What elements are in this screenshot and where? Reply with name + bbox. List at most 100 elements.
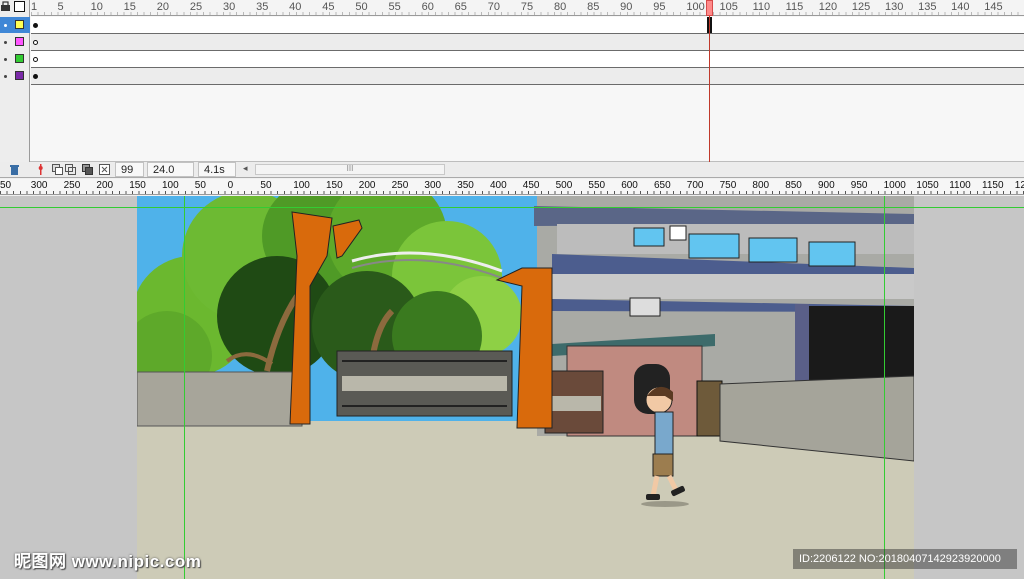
ruler-label: 700 <box>686 180 704 191</box>
elapsed-time-field: 4.1s <box>198 162 236 177</box>
ruler-label: 350 <box>457 180 474 191</box>
scrollbar-thumb[interactable]: III <box>256 165 444 174</box>
keyframe-marker[interactable] <box>33 74 38 79</box>
watermark-left: 昵图网 www.nipic.com <box>14 552 202 571</box>
frame-number-label: 100 <box>686 1 705 13</box>
scroll-left-arrow-icon[interactable]: ◂ <box>243 163 248 174</box>
frame-number-label: 95 <box>653 1 666 13</box>
frame-number-label: 115 <box>785 1 804 13</box>
ruler-label: 900 <box>818 180 835 191</box>
vertical-guide-left[interactable] <box>184 196 185 579</box>
layer-outline-color-swatch[interactable] <box>15 54 24 63</box>
edit-multiple-frames-icon[interactable] <box>82 164 93 175</box>
frame-ruler[interactable]: 1 5 10 15 20 25 30 35 40 45 50 55 60 65 70 75 80 85 90 95 10… <box>31 0 1024 16</box>
ruler-label: 1100 <box>949 180 971 191</box>
playhead-line <box>709 16 710 162</box>
onion-skin-outlines-icon[interactable] <box>65 164 76 175</box>
watermark-right: ID:2206122 NO:20180407142923920000 <box>793 549 1017 569</box>
frame-number-label: 5 <box>57 1 64 13</box>
frame-number-label: 35 <box>256 1 269 13</box>
ruler-label: 300 <box>30 180 48 191</box>
ruler-label: 100 <box>293 180 310 191</box>
frame-number-label: 30 <box>222 1 236 13</box>
frame-number-label: 65 <box>454 1 467 13</box>
frame-number-label: 1 <box>31 1 38 13</box>
keyframe-marker[interactable] <box>33 57 38 62</box>
frame-rate-field[interactable]: 24.0 fps <box>147 162 194 190</box>
frame-grid[interactable]: 1 5 10 15 20 25 30 35 40 45 50 55 60 65 70 75 80 85 90 95 10… <box>31 0 1024 162</box>
frame-number-label: 20 <box>156 1 170 13</box>
frame-number-label: 120 <box>818 1 838 13</box>
ruler-label: 300 <box>424 180 442 191</box>
timeline-panel: 1 5 10 15 20 25 30 35 40 45 50 55 60 65 70 75 80 85 90 95 10… <box>0 0 1024 162</box>
visibility-dot-icon[interactable] <box>4 75 7 78</box>
timeline-horizontal-scrollbar[interactable]: III <box>255 164 445 175</box>
frame-number-label: 15 <box>123 1 136 13</box>
frame-track[interactable] <box>31 17 1024 34</box>
frame-track[interactable] <box>31 68 1024 85</box>
layer-outline-color-swatch[interactable] <box>15 37 24 46</box>
frame-number-label: 70 <box>487 1 501 13</box>
delete-layer-icon[interactable] <box>9 164 20 175</box>
frame-track[interactable] <box>31 34 1024 51</box>
frame-number-label: 60 <box>421 1 434 13</box>
flash-editor-window: 1 5 10 15 20 25 30 35 40 45 50 55 60 65 70 75 80 85 90 95 10… <box>0 0 1024 579</box>
timeline-toolbar: 99 24.0 fps 4.1s ◂ III <box>0 162 1024 190</box>
frame-number-label: 105 <box>719 1 738 13</box>
horizontal-guide[interactable] <box>0 207 1024 208</box>
frame-number-label: 40 <box>289 1 302 13</box>
modify-markers-icon[interactable] <box>99 164 110 175</box>
ruler-label: 1000 <box>883 180 906 191</box>
outline-all-icon[interactable] <box>14 1 25 12</box>
frame-number-label: 145 <box>984 1 1003 13</box>
ruler-label: 1050 <box>916 180 939 191</box>
keyframe-marker[interactable] <box>33 23 38 28</box>
keyframe-marker[interactable] <box>33 40 38 45</box>
stage-pasteboard[interactable] <box>0 196 1024 579</box>
frame-track[interactable] <box>31 51 1024 68</box>
frame-number-label: 55 <box>388 1 401 13</box>
ruler-label: 400 <box>490 180 507 191</box>
current-frame-field[interactable]: 99 <box>115 162 144 177</box>
center-frame-icon[interactable] <box>35 164 46 175</box>
ruler-label: 650 <box>654 180 671 191</box>
ruler-label: 1200 <box>1014 180 1024 191</box>
show-hide-all-icon[interactable] <box>0 1 11 12</box>
ruler-label: 950 <box>850 180 868 191</box>
ruler-label: 250 <box>63 180 81 191</box>
frame-number-label: 130 <box>884 1 904 13</box>
ruler-label: 600 <box>621 180 638 191</box>
ruler-label: 50 <box>194 180 206 191</box>
vertical-guide-right[interactable] <box>884 196 885 579</box>
ruler-label: 250 <box>391 180 409 191</box>
ruler-label: 0 <box>227 180 234 191</box>
layer-outline-color-swatch[interactable] <box>15 71 24 80</box>
frame-number-label: 10 <box>90 1 103 13</box>
playhead-marker[interactable] <box>706 0 713 16</box>
frame-number-label: 110 <box>752 1 771 13</box>
stage-horizontal-ruler: 50 300 250 200 150 100 50 0 50 100 150 200 250 300 350… <box>0 179 1024 195</box>
frame-number-label: 85 <box>587 1 600 13</box>
visibility-dot-icon[interactable] <box>4 58 7 61</box>
stage-canvas[interactable] <box>137 196 914 579</box>
layer-list <box>0 0 30 162</box>
onion-skin-icon[interactable] <box>52 164 63 175</box>
ruler-label: 800 <box>752 180 770 191</box>
layer-row[interactable] <box>0 34 30 50</box>
ruler-label: 150 <box>326 180 343 191</box>
frame-number-label: 90 <box>620 1 633 13</box>
visibility-dot-icon[interactable] <box>4 41 7 44</box>
ruler-label: 450 <box>522 180 540 191</box>
ruler-label: 850 <box>785 180 802 191</box>
ruler-label: 150 <box>129 180 146 191</box>
frame-number-label: 50 <box>355 1 368 13</box>
layer-outline-color-swatch[interactable] <box>15 20 24 29</box>
frame-number-label: 80 <box>553 1 567 13</box>
layer-row[interactable] <box>0 17 30 33</box>
frame-number-label: 140 <box>951 1 970 13</box>
ruler-label: 750 <box>719 180 737 191</box>
ruler-label: 500 <box>555 180 573 191</box>
layer-row[interactable] <box>0 68 30 84</box>
visibility-dot-icon[interactable] <box>4 24 7 27</box>
layer-row[interactable] <box>0 51 30 67</box>
